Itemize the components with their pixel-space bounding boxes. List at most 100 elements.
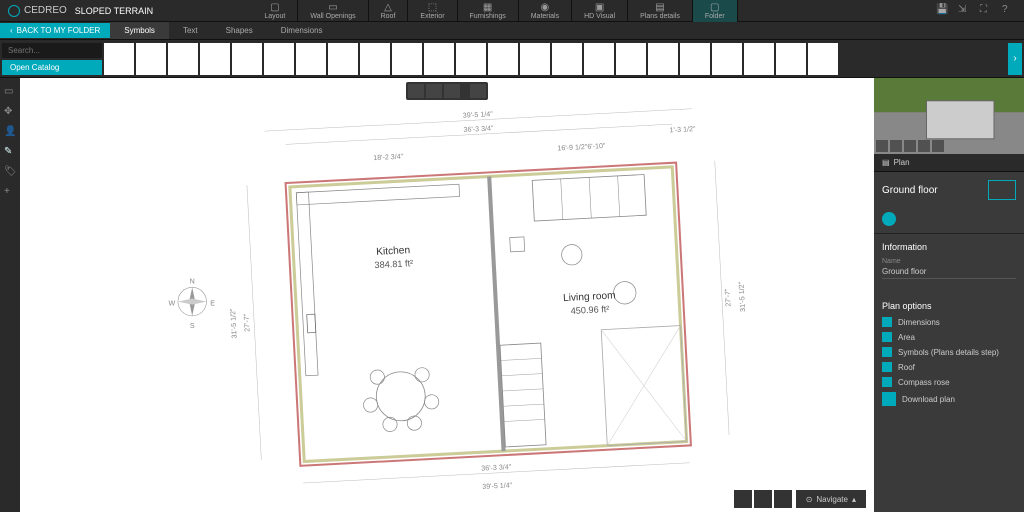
preview-zoom-button[interactable] — [904, 140, 916, 152]
svg-text:E: E — [210, 300, 215, 308]
download-icon — [882, 392, 896, 406]
info-tab[interactable] — [874, 208, 1024, 234]
zoom-out-button[interactable] — [774, 490, 792, 508]
subtab-symbols[interactable]: Symbols — [110, 22, 169, 39]
option-roof[interactable]: Roof — [882, 362, 1016, 372]
user-tool-icon[interactable]: 👤 — [4, 126, 16, 138]
left-toolbar: ▭ ✥ 👤 ✎ 🏷 + — [0, 78, 20, 512]
zoom-in-button[interactable] — [754, 490, 772, 508]
preview-pan-button[interactable] — [918, 140, 930, 152]
tab-hd-visual[interactable]: ▣HD Visual — [572, 0, 628, 22]
redo-tool[interactable] — [444, 84, 460, 98]
navigate-button[interactable]: ⊙ Navigate ▴ — [796, 490, 866, 508]
svg-text:Living room: Living room — [563, 290, 616, 304]
svg-text:18'-2 3/4": 18'-2 3/4" — [373, 153, 404, 163]
tab-plans-details[interactable]: ▤Plans details — [628, 0, 693, 22]
canvas[interactable]: 39'-5 1/4" 36'-3 3/4" 18'-2 3/4" 16'-9 1… — [20, 78, 874, 512]
svg-text:16'-9 1/2"6'-10": 16'-9 1/2"6'-10" — [557, 142, 606, 153]
open-catalog-button[interactable]: Open Catalog — [2, 60, 102, 75]
fullscreen-icon[interactable]: ⛶ — [980, 4, 994, 18]
checkbox-icon — [882, 362, 892, 372]
tag-tool-icon[interactable]: 🏷 — [4, 166, 16, 178]
catalog-item[interactable] — [200, 43, 230, 75]
catalog-item[interactable] — [584, 43, 614, 75]
tab-layout[interactable]: ▢Layout — [252, 0, 298, 22]
camera-icon: ▣ — [593, 2, 607, 12]
checkbox-icon — [882, 332, 892, 342]
logo: CEDREO — [8, 5, 67, 17]
catalog-item[interactable] — [520, 43, 550, 75]
move-tool-icon[interactable]: ✥ — [4, 106, 16, 118]
catalog-item[interactable] — [264, 43, 294, 75]
tab-materials[interactable]: ◉Materials — [519, 0, 572, 22]
logo-icon — [8, 5, 20, 17]
option-symbols[interactable]: Symbols (Plans details step) — [882, 347, 1016, 357]
catalog-item[interactable] — [104, 43, 134, 75]
export-icon[interactable]: ⇲ — [958, 4, 972, 18]
checkbox-icon — [882, 317, 892, 327]
download-plan-button[interactable]: Download plan — [882, 392, 1016, 406]
brand: CEDREO — [24, 5, 67, 16]
search-input[interactable] — [2, 43, 102, 58]
catalog-item[interactable] — [808, 43, 838, 75]
catalog-item[interactable] — [456, 43, 486, 75]
catalog-item[interactable] — [712, 43, 742, 75]
tab-exterior[interactable]: ⬚Exterior — [408, 0, 457, 22]
svg-text:36'-3 3/4": 36'-3 3/4" — [463, 124, 494, 134]
catalog-item[interactable] — [616, 43, 646, 75]
catalog-item[interactable] — [744, 43, 774, 75]
select-tool-icon[interactable]: ▭ — [4, 86, 16, 98]
catalog-item[interactable] — [488, 43, 518, 75]
tab-roof[interactable]: △Roof — [369, 0, 409, 22]
add-tool-icon[interactable]: + — [4, 186, 16, 198]
floor-icon[interactable] — [988, 180, 1016, 200]
subtab-shapes[interactable]: Shapes — [212, 22, 267, 39]
grid-tool[interactable] — [408, 84, 424, 98]
zoom-fit-button[interactable] — [734, 490, 752, 508]
canvas-toolbar — [406, 82, 488, 100]
catalog-item[interactable] — [680, 43, 710, 75]
option-compass[interactable]: Compass rose — [882, 377, 1016, 387]
catalog-item[interactable] — [648, 43, 678, 75]
catalog-item[interactable] — [360, 43, 390, 75]
catalog-item[interactable] — [424, 43, 454, 75]
preview-3d[interactable] — [874, 78, 1024, 154]
subtab-dimensions[interactable]: Dimensions — [267, 22, 337, 39]
option-area[interactable]: Area — [882, 332, 1016, 342]
catalog-item[interactable] — [552, 43, 582, 75]
catalog-item[interactable] — [392, 43, 422, 75]
warning-tool[interactable] — [470, 84, 486, 98]
preview-rotate-button[interactable] — [932, 140, 944, 152]
save-icon[interactable]: 💾 — [936, 4, 950, 18]
panel-tab-plan[interactable]: ▤ Plan — [874, 154, 1024, 172]
panel-title: Ground floor — [874, 172, 1024, 208]
tab-furnishings[interactable]: ▦Furnishings — [458, 0, 519, 22]
checkbox-icon — [882, 377, 892, 387]
svg-text:36'-3 3/4": 36'-3 3/4" — [481, 463, 512, 473]
draw-tool-icon[interactable]: ✎ — [4, 146, 16, 158]
help-icon[interactable]: ? — [1002, 4, 1016, 18]
option-dimensions[interactable]: Dimensions — [882, 317, 1016, 327]
name-field[interactable]: Ground floor — [882, 265, 1016, 279]
catalog-item[interactable] — [232, 43, 262, 75]
svg-text:450.96 ft²: 450.96 ft² — [570, 304, 609, 316]
preview-home-button[interactable] — [876, 140, 888, 152]
catalog-item[interactable] — [168, 43, 198, 75]
right-panel: ▤ Plan Ground floor Information Name Gro… — [874, 78, 1024, 512]
chevron-up-icon: ▴ — [852, 495, 856, 504]
svg-text:1'-3 1/2": 1'-3 1/2" — [669, 125, 696, 134]
undo-tool[interactable] — [426, 84, 442, 98]
preview-target-button[interactable] — [890, 140, 902, 152]
sub-tabs: Symbols Text Shapes Dimensions — [110, 22, 336, 39]
subtab-text[interactable]: Text — [169, 22, 212, 39]
back-button[interactable]: ‹ BACK TO MY FOLDER — [0, 23, 110, 38]
catalog-item[interactable] — [296, 43, 326, 75]
catalog-item[interactable] — [776, 43, 806, 75]
catalog-row: Open Catalog › — [0, 40, 1024, 78]
tab-folder[interactable]: ▢Folder — [693, 0, 738, 22]
svg-text:Kitchen: Kitchen — [376, 245, 410, 258]
catalog-item[interactable] — [136, 43, 166, 75]
tab-wall-openings[interactable]: ▭Wall Openings — [298, 0, 368, 22]
catalog-item[interactable] — [328, 43, 358, 75]
catalog-next-button[interactable]: › — [1008, 43, 1022, 75]
